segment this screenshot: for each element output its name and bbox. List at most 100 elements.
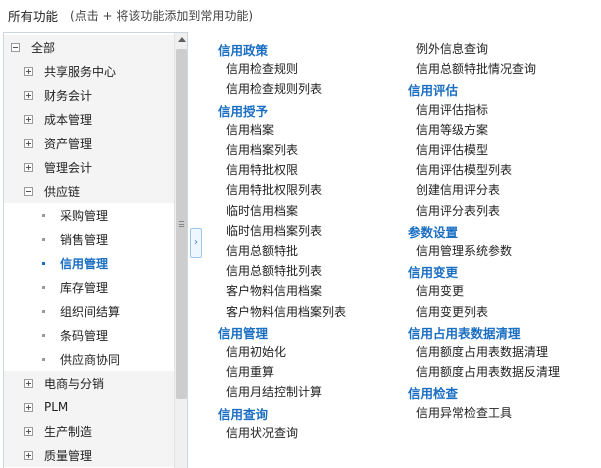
tree-node[interactable]: 共享服务中心 <box>4 59 174 83</box>
tree-leaf-item[interactable]: 采购管理 <box>4 203 174 227</box>
function-link[interactable]: 信用检查规则 <box>226 60 298 77</box>
add-favorite-hint: (点击 + 将该功能添加到常用功能) <box>70 8 254 23</box>
plus-box-icon[interactable] <box>24 426 33 436</box>
tree-leaf-item[interactable]: 信用管理 <box>4 251 174 275</box>
plus-box-icon[interactable] <box>24 378 33 388</box>
plus-box-icon[interactable] <box>24 138 33 148</box>
function-tree-panel: 全部共享服务中心 财务会计成本管理资产管理管理会计供应链采购管理销售管理信用管理库… <box>3 32 188 468</box>
plus-box-icon[interactable] <box>24 114 33 124</box>
plus-box-icon[interactable] <box>24 402 33 412</box>
function-link[interactable]: 例外信息查询 <box>416 40 488 57</box>
bullet-icon <box>42 333 45 337</box>
bullet-icon <box>42 261 45 265</box>
tree-item-label: 财务会计 <box>44 88 93 103</box>
tree-node[interactable]: PLM <box>4 395 174 419</box>
scrollbar-thumb[interactable] <box>176 49 187 399</box>
function-link[interactable]: 信用特批权限 <box>226 161 298 178</box>
function-link[interactable]: 信用变更列表 <box>416 303 488 320</box>
function-link[interactable]: 信用档案列表 <box>226 141 298 158</box>
tree-item-label: 质量管理 <box>44 448 93 463</box>
tree-leaf-item[interactable]: 销售管理 <box>4 227 174 251</box>
minus-box-icon[interactable] <box>24 186 33 196</box>
tree-node[interactable]: 质量管理 <box>4 443 174 467</box>
collapse-panel-button[interactable]: › <box>190 228 202 258</box>
category-heading: 信用占用表数据清理 <box>408 325 521 341</box>
bullet-icon <box>42 285 45 289</box>
grip-icon <box>179 221 184 227</box>
bullet-icon <box>42 309 45 313</box>
function-link[interactable]: 信用总额特批列表 <box>226 262 322 279</box>
tree-item-label: 资产管理 <box>44 136 93 151</box>
plus-box-icon[interactable] <box>24 90 33 100</box>
function-link[interactable]: 信用评分表列表 <box>416 202 500 219</box>
function-link[interactable]: 信用总额特批情况查询 <box>416 60 536 77</box>
function-link[interactable]: 信用初始化 <box>226 343 286 360</box>
tree-item-label: 供应商协同 <box>60 352 121 367</box>
function-link[interactable]: 信用异常检查工具 <box>416 404 512 421</box>
bullet-icon <box>42 357 45 361</box>
function-link[interactable]: 信用额度占用表数据反清理 <box>416 363 560 380</box>
tree-item-label: 组织间结算 <box>60 304 121 319</box>
tree-node[interactable]: 成本管理 <box>4 107 174 131</box>
category-heading: 参数设置 <box>408 224 459 240</box>
tree-item-label: 条码管理 <box>60 328 109 343</box>
tree-scrollbar[interactable] <box>174 33 187 468</box>
function-link[interactable]: 信用重算 <box>226 363 274 380</box>
tree-item-label: 共享服务中心 <box>44 64 117 79</box>
function-link[interactable]: 客户物料信用档案列表 <box>226 303 346 320</box>
function-link[interactable]: 信用检查规则列表 <box>226 80 322 97</box>
plus-box-icon[interactable] <box>24 450 33 460</box>
function-link[interactable]: 信用总额特批 <box>226 242 298 259</box>
function-link[interactable]: 信用变更 <box>416 282 464 299</box>
tree-item-label: 全部 <box>31 40 56 55</box>
tree-item-label: 电商与分销 <box>44 376 105 391</box>
function-link[interactable]: 信用等级方案 <box>416 121 488 138</box>
minus-box-icon[interactable] <box>11 42 20 52</box>
tree-node[interactable]: 供应链 <box>4 179 174 203</box>
function-link[interactable]: 信用月结控制计算 <box>226 383 322 400</box>
category-heading: 信用政策 <box>218 43 269 58</box>
function-link[interactable]: 临时信用档案 <box>226 202 298 219</box>
tree-node[interactable]: 财务会计 <box>4 83 174 107</box>
page-title: 所有功能 <box>8 8 59 24</box>
tree-item-label: 生产制造 <box>44 424 93 439</box>
scroll-up-arrow-icon[interactable] <box>178 37 186 42</box>
tree-item-label: 销售管理 <box>60 232 109 247</box>
category-heading: 信用变更 <box>408 265 459 281</box>
tree-item-label: 供应链 <box>44 184 81 199</box>
function-link[interactable]: 客户物料信用档案 <box>226 282 322 299</box>
chevron-right-icon: › <box>194 237 198 248</box>
tree-node[interactable]: 资产管理 <box>4 131 174 155</box>
tree-item-label: PLM <box>44 400 69 414</box>
tree-item-label: 成本管理 <box>44 112 93 127</box>
tree-leaf-item[interactable]: 库存管理 <box>4 275 174 299</box>
function-link[interactable]: 信用评估模型列表 <box>416 161 512 178</box>
tree-item-label: 管理会计 <box>44 160 93 175</box>
tree-node[interactable]: 全部 <box>4 35 174 59</box>
tree-item-label: 信用管理 <box>60 256 109 271</box>
tree-item-label: 库存管理 <box>60 280 109 295</box>
category-heading: 信用授予 <box>218 103 269 119</box>
plus-box-icon[interactable] <box>24 66 33 76</box>
tree-node[interactable]: 电商与分销 <box>4 371 174 395</box>
function-link[interactable]: 信用评估指标 <box>416 101 488 118</box>
tree-node[interactable]: 生产制造 <box>4 419 174 443</box>
category-heading: 信用评估 <box>408 83 459 99</box>
category-heading: 信用管理 <box>218 325 269 341</box>
category-heading: 信用检查 <box>408 386 459 402</box>
plus-box-icon[interactable] <box>24 162 33 172</box>
tree-leaf-item[interactable]: 条码管理 <box>4 323 174 347</box>
bullet-icon <box>42 213 45 217</box>
function-link[interactable]: 信用档案 <box>226 121 274 138</box>
function-link[interactable]: 信用状况查询 <box>226 424 298 441</box>
function-link[interactable]: 信用评估模型 <box>416 141 488 158</box>
function-link[interactable]: 临时信用档案列表 <box>226 222 322 239</box>
function-link[interactable]: 创建信用评分表 <box>416 181 500 198</box>
function-link[interactable]: 信用管理系统参数 <box>416 242 512 259</box>
tree-leaf-item[interactable]: 组织间结算 <box>4 299 174 323</box>
bullet-icon <box>42 237 45 241</box>
function-link[interactable]: 信用特批权限列表 <box>226 181 322 198</box>
function-link[interactable]: 信用额度占用表数据清理 <box>416 343 548 360</box>
tree-node[interactable]: 管理会计 <box>4 155 174 179</box>
tree-leaf-item[interactable]: 供应商协同 <box>4 347 174 371</box>
